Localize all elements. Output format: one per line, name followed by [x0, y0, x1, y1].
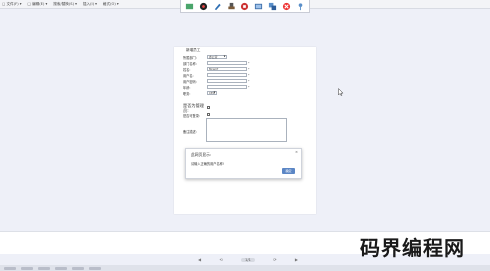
next-page-button[interactable]: ▶ — [295, 257, 298, 262]
dialog-title: 此网页显示: — [191, 152, 212, 157]
share-icon[interactable] — [268, 2, 277, 11]
prev-page-button[interactable]: ◀ — [198, 257, 201, 262]
admin-checkbox[interactable] — [207, 106, 210, 109]
menu-format[interactable]: 格式(O) ▾ — [103, 2, 119, 7]
login-label: 是否可登录: — [183, 114, 201, 118]
label-age: 年龄: — [183, 86, 191, 90]
label-dept-name: 部门名称: — [183, 62, 197, 66]
dialog-close-icon[interactable]: × — [295, 150, 298, 154]
document-page: 新增员工 所属部门: 办公室 ▼ 部门名称: * 姓名: Mcsmf * 用户名:… — [174, 47, 316, 214]
note-label: 备注描述: — [183, 130, 197, 134]
department-select[interactable]: 办公室 ▼ — [207, 55, 227, 59]
login-checkbox[interactable] — [207, 113, 210, 116]
ok-button[interactable]: 确定 — [282, 168, 295, 174]
age-input[interactable] — [207, 85, 247, 89]
form-title: 新增员工 — [186, 48, 201, 52]
label-password: 用户密码: — [183, 80, 197, 84]
taskbar-item[interactable] — [72, 266, 84, 270]
taskbar-item[interactable] — [4, 266, 16, 270]
taskbar-item[interactable] — [21, 266, 33, 270]
close-icon[interactable] — [282, 2, 291, 11]
position-select[interactable]: CEO ▼ — [207, 91, 217, 95]
alert-dialog: 此网页显示: × 请输入正确的用户名称! 确定 — [185, 148, 302, 179]
pen-icon[interactable] — [213, 2, 222, 11]
screen-icon[interactable] — [185, 2, 194, 11]
mouse-pointer-icon — [338, 88, 344, 96]
page-navigation: ◀ ⟲ 1/1 ⟳ ▶ — [198, 255, 298, 264]
pin-icon[interactable] — [296, 2, 305, 11]
record-icon[interactable] — [199, 2, 208, 11]
stamp-icon[interactable] — [227, 2, 236, 11]
page-indicator: 1/1 — [241, 257, 255, 262]
menu-file[interactable]: ▢ 文件(F) ▾ — [2, 2, 22, 7]
taskbar-item[interactable] — [89, 266, 101, 270]
note-textarea[interactable] — [206, 118, 287, 142]
menu-edit[interactable]: □ 编辑(E) ▾ — [28, 2, 48, 7]
required-mark: * — [248, 61, 250, 65]
label-position: 职务: — [183, 92, 191, 96]
label-name: 姓名: — [183, 68, 191, 72]
required-mark: * — [248, 73, 250, 77]
floating-toolbar — [180, 0, 310, 13]
name-input[interactable]: Mcsmf — [207, 67, 247, 71]
username-input[interactable] — [207, 73, 247, 77]
admin-label: 是否为管理员: — [183, 103, 204, 113]
menu-insert[interactable]: 插入(I) ▾ — [83, 2, 97, 7]
taskbar-item[interactable] — [55, 266, 67, 270]
rotate-left-button[interactable]: ⟲ — [219, 257, 222, 262]
label-department: 所属部门: — [183, 56, 197, 60]
taskbar — [0, 265, 490, 271]
rotate-right-button[interactable]: ⟳ — [273, 257, 276, 262]
required-mark: * — [248, 67, 250, 71]
menu-search[interactable]: 搜索/替换(S) ▾ — [53, 2, 77, 7]
stop-icon[interactable] — [240, 2, 249, 11]
taskbar-item[interactable] — [38, 266, 50, 270]
password-input[interactable] — [207, 79, 247, 83]
required-mark: * — [248, 85, 250, 89]
dialog-message: 请输入正确的用户名称! — [191, 162, 225, 166]
dept-name-input[interactable] — [207, 61, 247, 65]
image-icon[interactable] — [254, 2, 263, 11]
required-mark: * — [248, 79, 250, 83]
watermark: 码界编程网 — [360, 236, 465, 260]
label-username: 用户名: — [183, 74, 194, 78]
